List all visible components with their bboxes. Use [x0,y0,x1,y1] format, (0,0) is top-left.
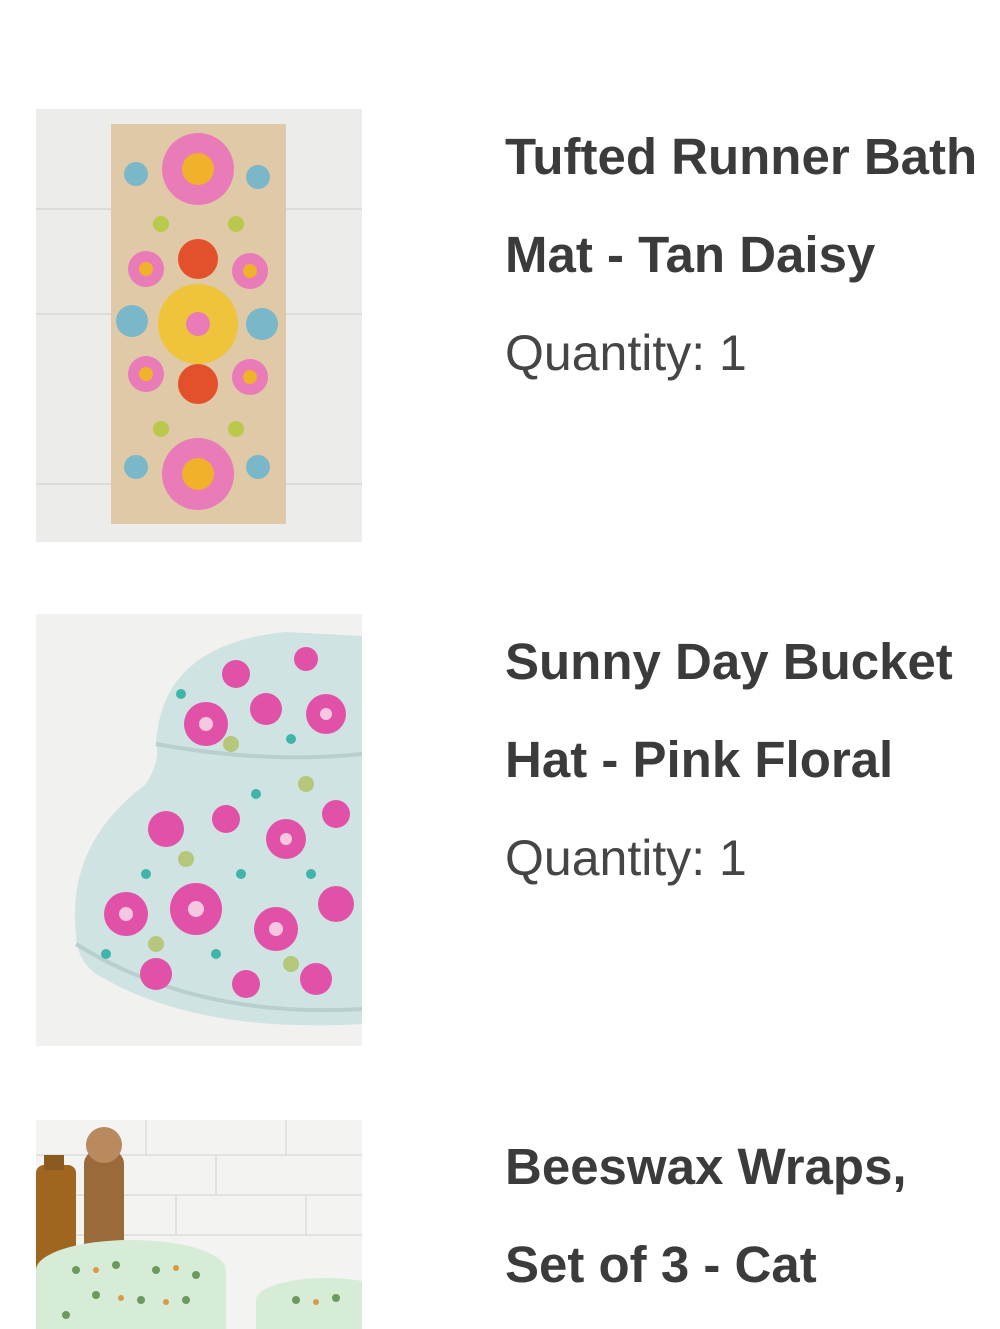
product-title[interactable]: Sunny Day Bucket Hat - Pink Floral [505,613,1000,809]
bath-mat-product-image[interactable] [36,109,362,542]
product-title[interactable]: Tufted Runner Bath Mat - Tan Daisy [505,108,1000,304]
quantity-label: Quantity: 1 [505,325,747,381]
bucket-hat-product-image[interactable] [36,614,362,1046]
quantity-label: Quantity: 1 [505,830,747,886]
product-title[interactable]: Beeswax Wraps, Set of 3 - Cat [505,1118,1000,1314]
beeswax-wraps-product-image[interactable] [36,1120,362,1329]
